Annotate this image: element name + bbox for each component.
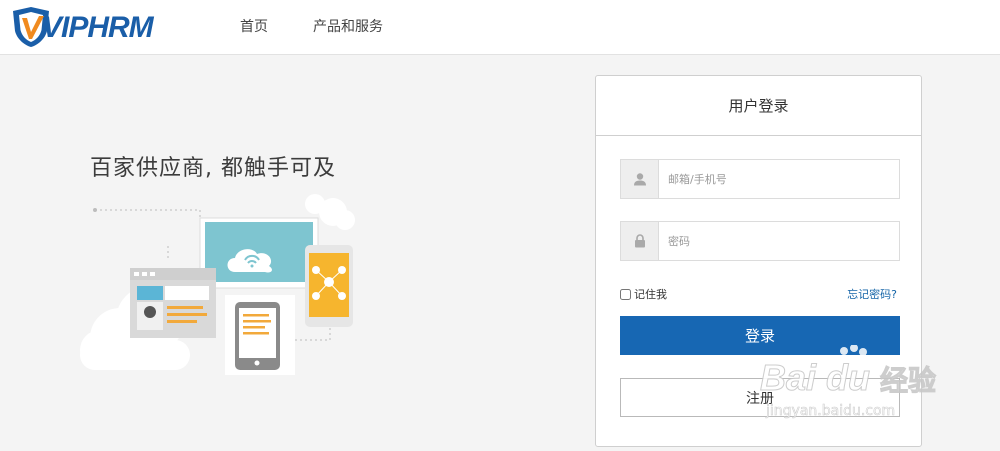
logo-text: VIPHRM [42,11,154,44]
login-panel: 用户登录 记住我 忘记密码? 登录 注册 [595,75,922,447]
username-input[interactable] [659,160,899,198]
devices-cloud-illustration [80,194,355,375]
nav-home[interactable]: 首页 [240,16,268,36]
username-field[interactable] [620,159,900,199]
nav-products-services[interactable]: 产品和服务 [313,16,383,36]
viphrm-logo[interactable]: VIPHRM [10,5,154,49]
user-icon [621,160,659,198]
top-header: VIPHRM 首页 产品和服务 [0,0,1000,55]
remember-me[interactable]: 记住我 [620,286,667,302]
hero-slogan: 百家供应商, 都触手可及 [90,156,336,181]
remember-me-label: 记住我 [634,288,667,301]
forgot-password-link[interactable]: 忘记密码? [847,286,897,302]
lock-icon [621,222,659,260]
remember-me-checkbox[interactable] [620,288,631,300]
register-button[interactable]: 注册 [620,378,900,417]
login-panel-title: 用户登录 [596,76,921,136]
login-button[interactable]: 登录 [620,316,900,355]
password-field[interactable] [620,221,900,261]
password-input[interactable] [659,222,899,260]
